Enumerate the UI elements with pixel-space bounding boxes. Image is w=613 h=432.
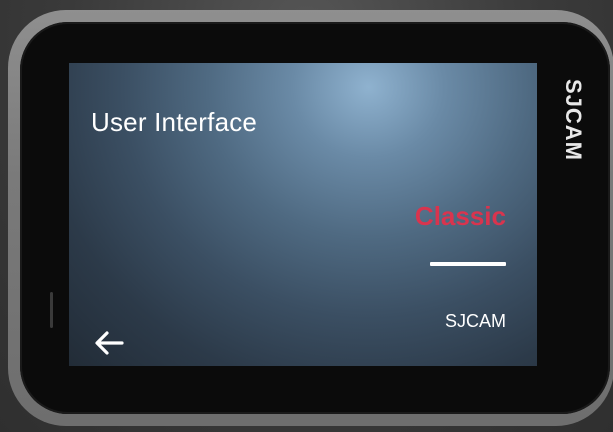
option-sjcam[interactable]: SJCAM bbox=[445, 311, 506, 332]
arrow-left-icon bbox=[95, 331, 124, 355]
camera-screen: User Interface Classic SJCAM bbox=[69, 63, 537, 366]
option-classic[interactable]: Classic bbox=[415, 201, 506, 232]
brand-logo-text: SJCAM bbox=[561, 78, 587, 162]
back-button[interactable] bbox=[91, 325, 127, 361]
option-divider bbox=[430, 262, 506, 266]
side-button-indicator bbox=[50, 292, 53, 328]
brand-logo: SJCAM bbox=[553, 70, 593, 170]
page-title: User Interface bbox=[91, 107, 258, 137]
